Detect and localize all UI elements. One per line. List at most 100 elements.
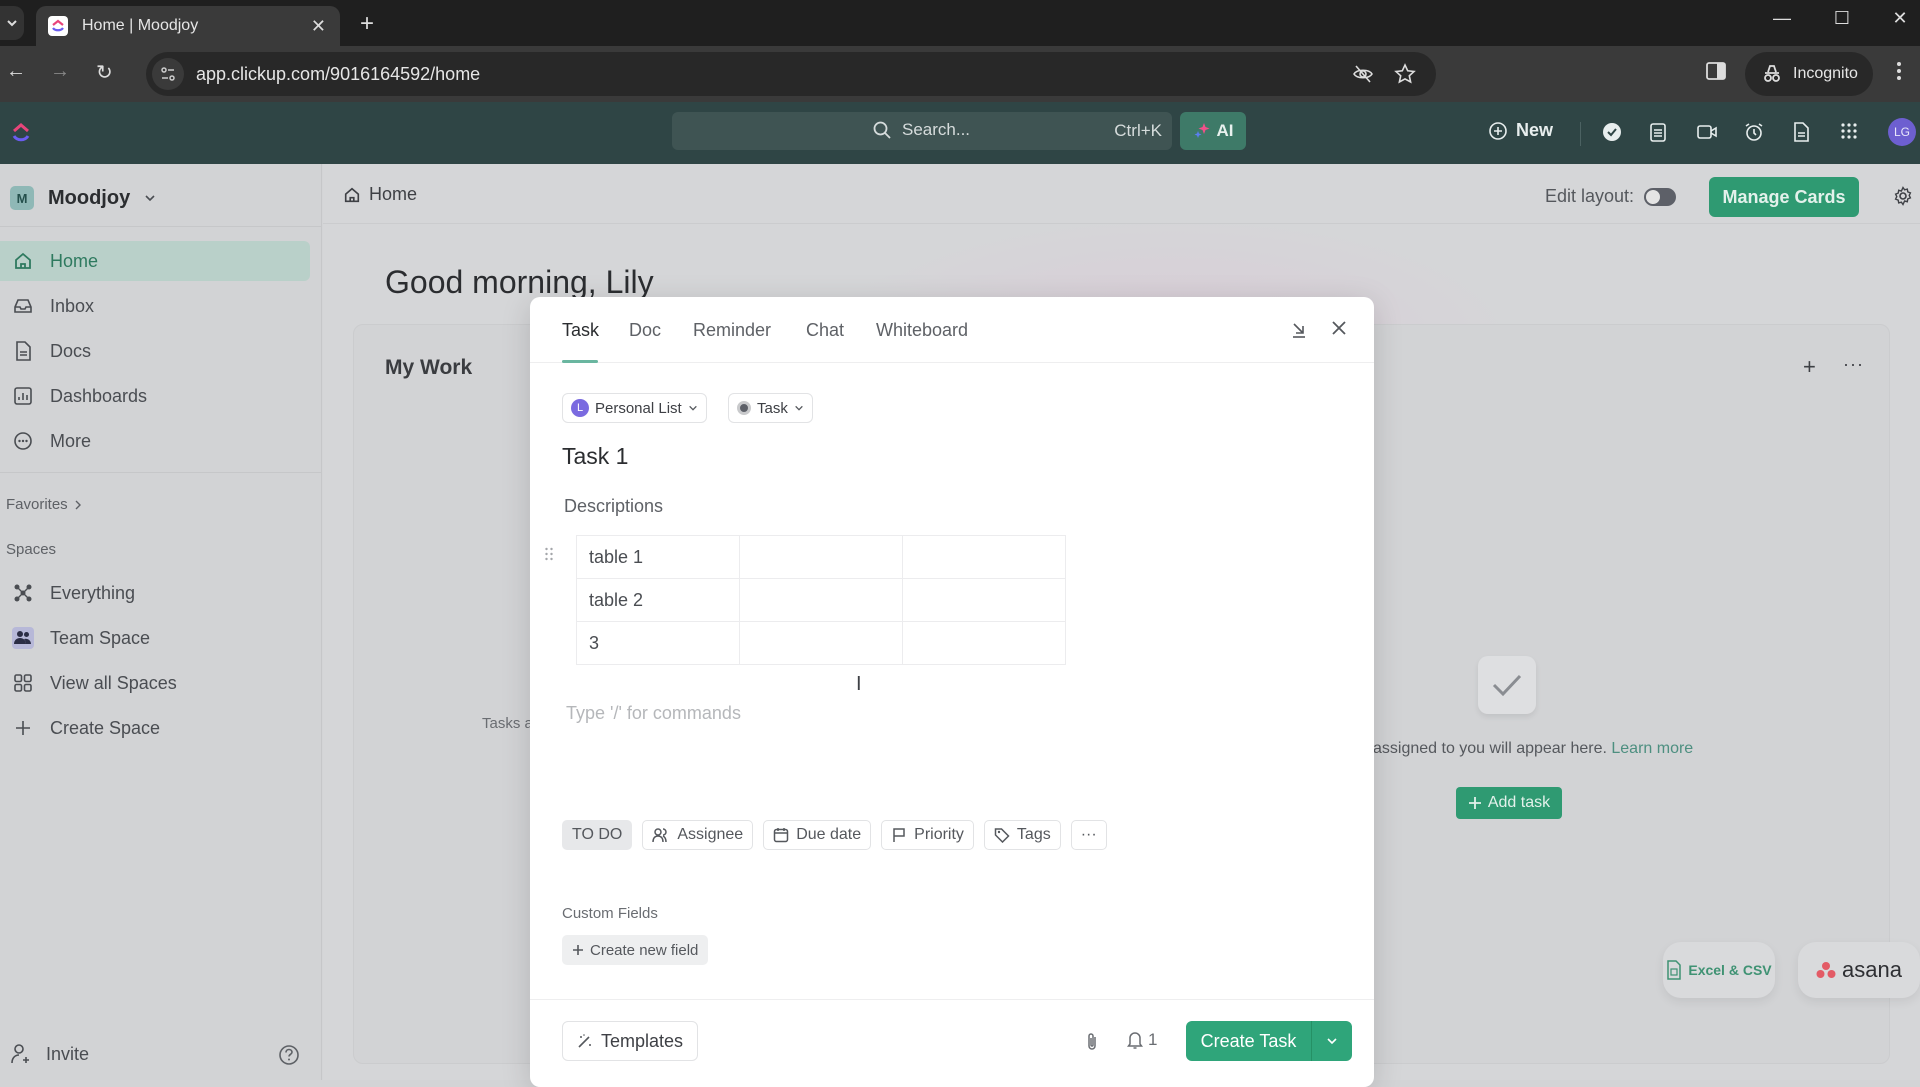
add-task-button[interactable]: Add task: [1456, 787, 1562, 819]
status-button[interactable]: TO DO: [562, 820, 633, 850]
table-cell[interactable]: table 1: [576, 535, 740, 579]
home-icon: [12, 250, 34, 272]
gear-icon[interactable]: [1893, 186, 1913, 206]
bookmark-star-icon[interactable]: [1394, 63, 1416, 85]
tab-whiteboard[interactable]: Whiteboard: [876, 320, 968, 341]
tab-close-icon[interactable]: ✕: [311, 16, 326, 37]
invite-button[interactable]: Invite: [10, 1034, 89, 1074]
task-type-selector[interactable]: Task: [728, 393, 813, 423]
templates-button[interactable]: Templates: [562, 1021, 699, 1061]
table-cell[interactable]: 3: [576, 621, 740, 665]
maximize-icon[interactable]: ☐: [1822, 8, 1862, 29]
close-icon[interactable]: [1330, 319, 1348, 337]
tags-button[interactable]: Tags: [983, 820, 1061, 850]
more-options-button[interactable]: ···: [1070, 820, 1107, 850]
tab-doc[interactable]: Doc: [629, 320, 661, 341]
chevron-down-icon: [688, 405, 697, 411]
eye-off-icon[interactable]: [1352, 63, 1374, 85]
address-bar[interactable]: app.clickup.com/9016164592/home: [146, 52, 1436, 96]
sidebar-item-docs[interactable]: Docs: [0, 331, 310, 371]
list-selector[interactable]: L Personal List: [562, 393, 707, 423]
window-close-icon[interactable]: ✕: [1880, 8, 1920, 29]
ai-sparkle-icon: [1194, 123, 1209, 138]
workspace-name: Moodjoy: [48, 186, 131, 209]
apps-grid-icon[interactable]: [1840, 122, 1858, 140]
browser-tab[interactable]: Home | Moodjoy ✕: [36, 6, 340, 46]
minimize-icon[interactable]: —: [1762, 8, 1802, 29]
site-settings-icon[interactable]: [152, 58, 184, 90]
ai-button[interactable]: AI: [1180, 112, 1246, 150]
table-cell[interactable]: [902, 535, 1066, 579]
description-editor[interactable]: Type '/' for commands: [566, 703, 741, 724]
incognito-indicator[interactable]: Incognito: [1745, 52, 1873, 96]
document-icon[interactable]: [1792, 122, 1810, 142]
add-card-item-icon[interactable]: +: [1803, 354, 1816, 380]
search-bar[interactable]: Search... Ctrl+K: [672, 112, 1172, 150]
forward-icon[interactable]: →: [50, 60, 70, 83]
minimize-modal-icon[interactable]: [1290, 321, 1308, 339]
sidebar-item-more[interactable]: More: [0, 421, 310, 461]
sidebar-item-home[interactable]: Home: [0, 241, 310, 281]
workspace-switcher[interactable]: M Moodjoy: [10, 186, 156, 210]
due-date-button[interactable]: Due date: [763, 820, 872, 850]
table-cell[interactable]: [902, 621, 1066, 665]
tab-chat[interactable]: Chat: [806, 320, 844, 341]
page-header: Home Edit layout: Manage Cards: [323, 164, 1920, 224]
import-excel-button[interactable]: Excel & CSV: [1663, 942, 1775, 998]
assignee-button[interactable]: Assignee: [642, 820, 754, 850]
import-asana-button[interactable]: asana: [1798, 942, 1920, 998]
everything-icon: [12, 582, 34, 604]
video-icon[interactable]: [1696, 122, 1718, 142]
side-panel-icon[interactable]: [1705, 60, 1727, 82]
sidebar-item-inbox[interactable]: Inbox: [0, 286, 310, 326]
notepad-icon[interactable]: [1649, 122, 1667, 142]
browser-menu-icon[interactable]: [1896, 60, 1902, 82]
spaces-label: Spaces: [6, 541, 57, 558]
create-task-options-button[interactable]: [1312, 1021, 1352, 1061]
tab-reminder[interactable]: Reminder: [693, 320, 771, 341]
sidebar-item-create-space[interactable]: Create Space: [0, 708, 310, 748]
new-tab-button[interactable]: +: [360, 10, 374, 38]
check-circle-icon[interactable]: [1602, 122, 1622, 142]
inbox-icon: [12, 295, 34, 317]
chevron-right-icon: [75, 500, 81, 509]
url-text[interactable]: app.clickup.com/9016164592/home: [196, 64, 1352, 85]
help-icon[interactable]: [278, 1044, 300, 1066]
table-cell[interactable]: [739, 578, 903, 622]
sidebar-item-label: Home: [50, 250, 99, 271]
table-cell[interactable]: [902, 578, 1066, 622]
table-cell[interactable]: table 2: [576, 578, 740, 622]
reload-icon[interactable]: ↻: [96, 60, 113, 85]
table-cell[interactable]: [739, 621, 903, 665]
watchers-button[interactable]: 1: [1127, 1030, 1157, 1050]
attachment-icon[interactable]: [1085, 1032, 1099, 1052]
import-asana-label: asana: [1842, 957, 1902, 982]
tab-task[interactable]: Task: [562, 320, 599, 341]
sidebar-item-everything[interactable]: Everything: [0, 573, 310, 613]
task-name-input[interactable]: Task 1: [562, 443, 628, 470]
table-cell[interactable]: [739, 535, 903, 579]
favorites-section[interactable]: Favorites: [6, 496, 82, 513]
create-task-button[interactable]: Create Task: [1186, 1021, 1312, 1061]
new-button[interactable]: New: [1488, 120, 1553, 141]
card-more-icon[interactable]: ···: [1843, 354, 1864, 375]
alarm-clock-icon[interactable]: [1744, 122, 1764, 142]
manage-cards-button[interactable]: Manage Cards: [1709, 177, 1859, 217]
drag-handle-icon[interactable]: [544, 547, 554, 561]
user-avatar[interactable]: LG: [1888, 118, 1916, 146]
back-icon[interactable]: ←: [6, 60, 26, 83]
sidebar-item-view-all-spaces[interactable]: View all Spaces: [0, 663, 310, 703]
sidebar-item-dashboards[interactable]: Dashboards: [0, 376, 310, 416]
more-icon: [12, 430, 34, 452]
breadcrumb[interactable]: Home: [343, 184, 417, 205]
favorites-label: Favorites: [6, 496, 68, 513]
create-field-button[interactable]: Create new field: [562, 935, 709, 965]
clickup-logo-icon[interactable]: [10, 122, 32, 144]
sidebar-item-team-space[interactable]: Team Space: [0, 618, 310, 658]
priority-button[interactable]: Priority: [881, 820, 974, 850]
edit-layout-toggle[interactable]: [1644, 187, 1677, 206]
learn-more-link[interactable]: Learn more: [1611, 740, 1693, 757]
create-task-modal: Task Doc Reminder Chat Whiteboard L Pers…: [530, 297, 1374, 1087]
tab-search-button[interactable]: [0, 6, 24, 40]
table-row: 3: [576, 621, 1066, 665]
